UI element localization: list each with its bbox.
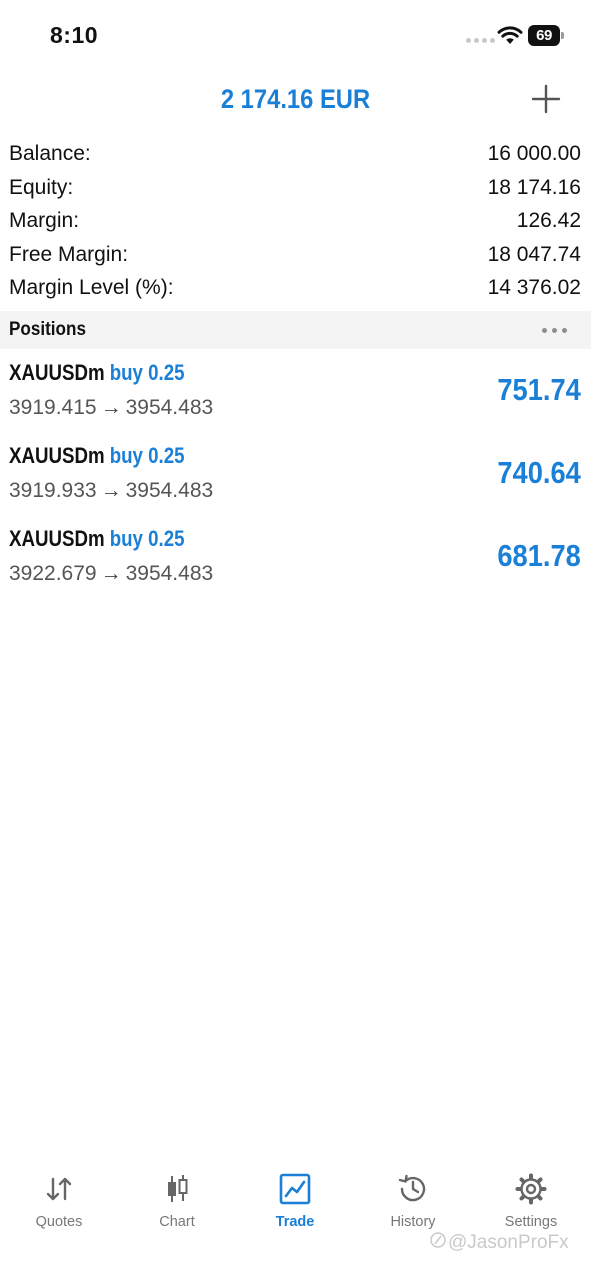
margin-value: 126.42 [516, 209, 581, 232]
add-button[interactable] [529, 82, 563, 116]
header: 2 174.16 EUR [0, 76, 591, 126]
history-clock-icon [398, 1174, 426, 1202]
quotes-arrows-icon [46, 1177, 72, 1201]
tab-bar: Quotes Chart Trade History Settings [0, 1160, 591, 1280]
status-bar: 8:10 69 [0, 0, 591, 70]
wifi-icon [497, 26, 523, 44]
account-summary: Balance: 16 000.00 Equity: 18 174.16 Mar… [0, 139, 591, 307]
battery-level: 69 [528, 25, 560, 46]
open-price: 3922.679 [9, 562, 97, 585]
status-time: 8:10 [50, 22, 99, 48]
margin-level-row: Margin Level (%): 14 376.02 [0, 273, 591, 307]
position-symbol: XAUUSDm [9, 526, 105, 551]
tab-trade-label: Trade [275, 1214, 315, 1230]
margin-level-label: Margin Level (%): [9, 276, 174, 299]
gear-icon [515, 1173, 547, 1205]
position-type: buy 0.25 [109, 360, 185, 385]
position-row[interactable]: XAUUSDm buy 0.25 3919.415 → 3954.483 751.74 [0, 358, 591, 441]
margin-label: Margin: [9, 209, 80, 232]
position-type: buy 0.25 [109, 526, 185, 551]
watermark: @JasonProFx [430, 1232, 569, 1254]
position-profit: 751.74 [497, 372, 581, 407]
position-profit: 681.78 [497, 538, 581, 573]
current-price: 3954.483 [125, 562, 214, 585]
position-profit: 740.64 [497, 455, 581, 490]
positions-title: Positions [9, 319, 86, 340]
position-symbol: XAUUSDm [9, 443, 105, 468]
tab-chart-label: Chart [159, 1214, 195, 1230]
arrow-right-icon: → [100, 396, 122, 419]
more-options-icon[interactable] [542, 328, 567, 333]
current-price: 3954.483 [125, 396, 214, 419]
open-price: 3919.933 [9, 479, 97, 502]
battery-icon: 69 [528, 25, 564, 46]
balance-row: Balance: 16 000.00 [0, 139, 591, 173]
trade-chart-icon [279, 1173, 311, 1205]
position-type: buy 0.25 [109, 443, 185, 468]
equity-value: 18 174.16 [487, 175, 581, 199]
position-row[interactable]: XAUUSDm buy 0.25 3922.679 → 3954.483 681.78 [0, 524, 591, 607]
tab-quotes-label: Quotes [35, 1214, 83, 1230]
free-margin-label: Free Margin: [9, 242, 129, 266]
page-title: 2 174.16 EUR [220, 84, 371, 114]
equity-row: Equity: 18 174.16 [0, 173, 591, 207]
margin-row: Margin: 126.42 [0, 206, 591, 240]
tab-trade[interactable]: Trade [236, 1172, 354, 1230]
free-margin-row: Free Margin: 18 047.74 [0, 240, 591, 274]
tab-settings-label: Settings [504, 1214, 558, 1230]
open-price: 3919.415 [9, 396, 97, 419]
equity-label: Equity: [9, 175, 74, 199]
positions-section-header: Positions [0, 311, 591, 349]
cellular-signal-icon [466, 38, 495, 43]
positions-list: XAUUSDm buy 0.25 3919.415 → 3954.483 751.74… [0, 358, 591, 607]
watermark-text: @JasonProFx [448, 1232, 569, 1253]
free-margin-value: 18 047.74 [487, 242, 581, 266]
arrow-right-icon: → [100, 479, 122, 502]
margin-level-value: 14 376.02 [487, 276, 581, 299]
current-price: 3954.483 [125, 479, 214, 502]
position-symbol: XAUUSDm [9, 360, 105, 385]
tab-history[interactable]: History [354, 1172, 472, 1230]
balance-label: Balance: [9, 142, 91, 165]
position-row[interactable]: XAUUSDm buy 0.25 3919.933 → 3954.483 740.64 [0, 441, 591, 524]
tab-chart[interactable]: Chart [118, 1172, 236, 1230]
balance-value: 16 000.00 [487, 142, 581, 165]
candlestick-icon [168, 1175, 188, 1202]
tab-quotes[interactable]: Quotes [0, 1172, 118, 1230]
arrow-right-icon: → [100, 562, 122, 585]
watermark-logo-icon [430, 1232, 446, 1248]
tab-history-label: History [390, 1214, 436, 1230]
tab-settings[interactable]: Settings [472, 1172, 590, 1230]
